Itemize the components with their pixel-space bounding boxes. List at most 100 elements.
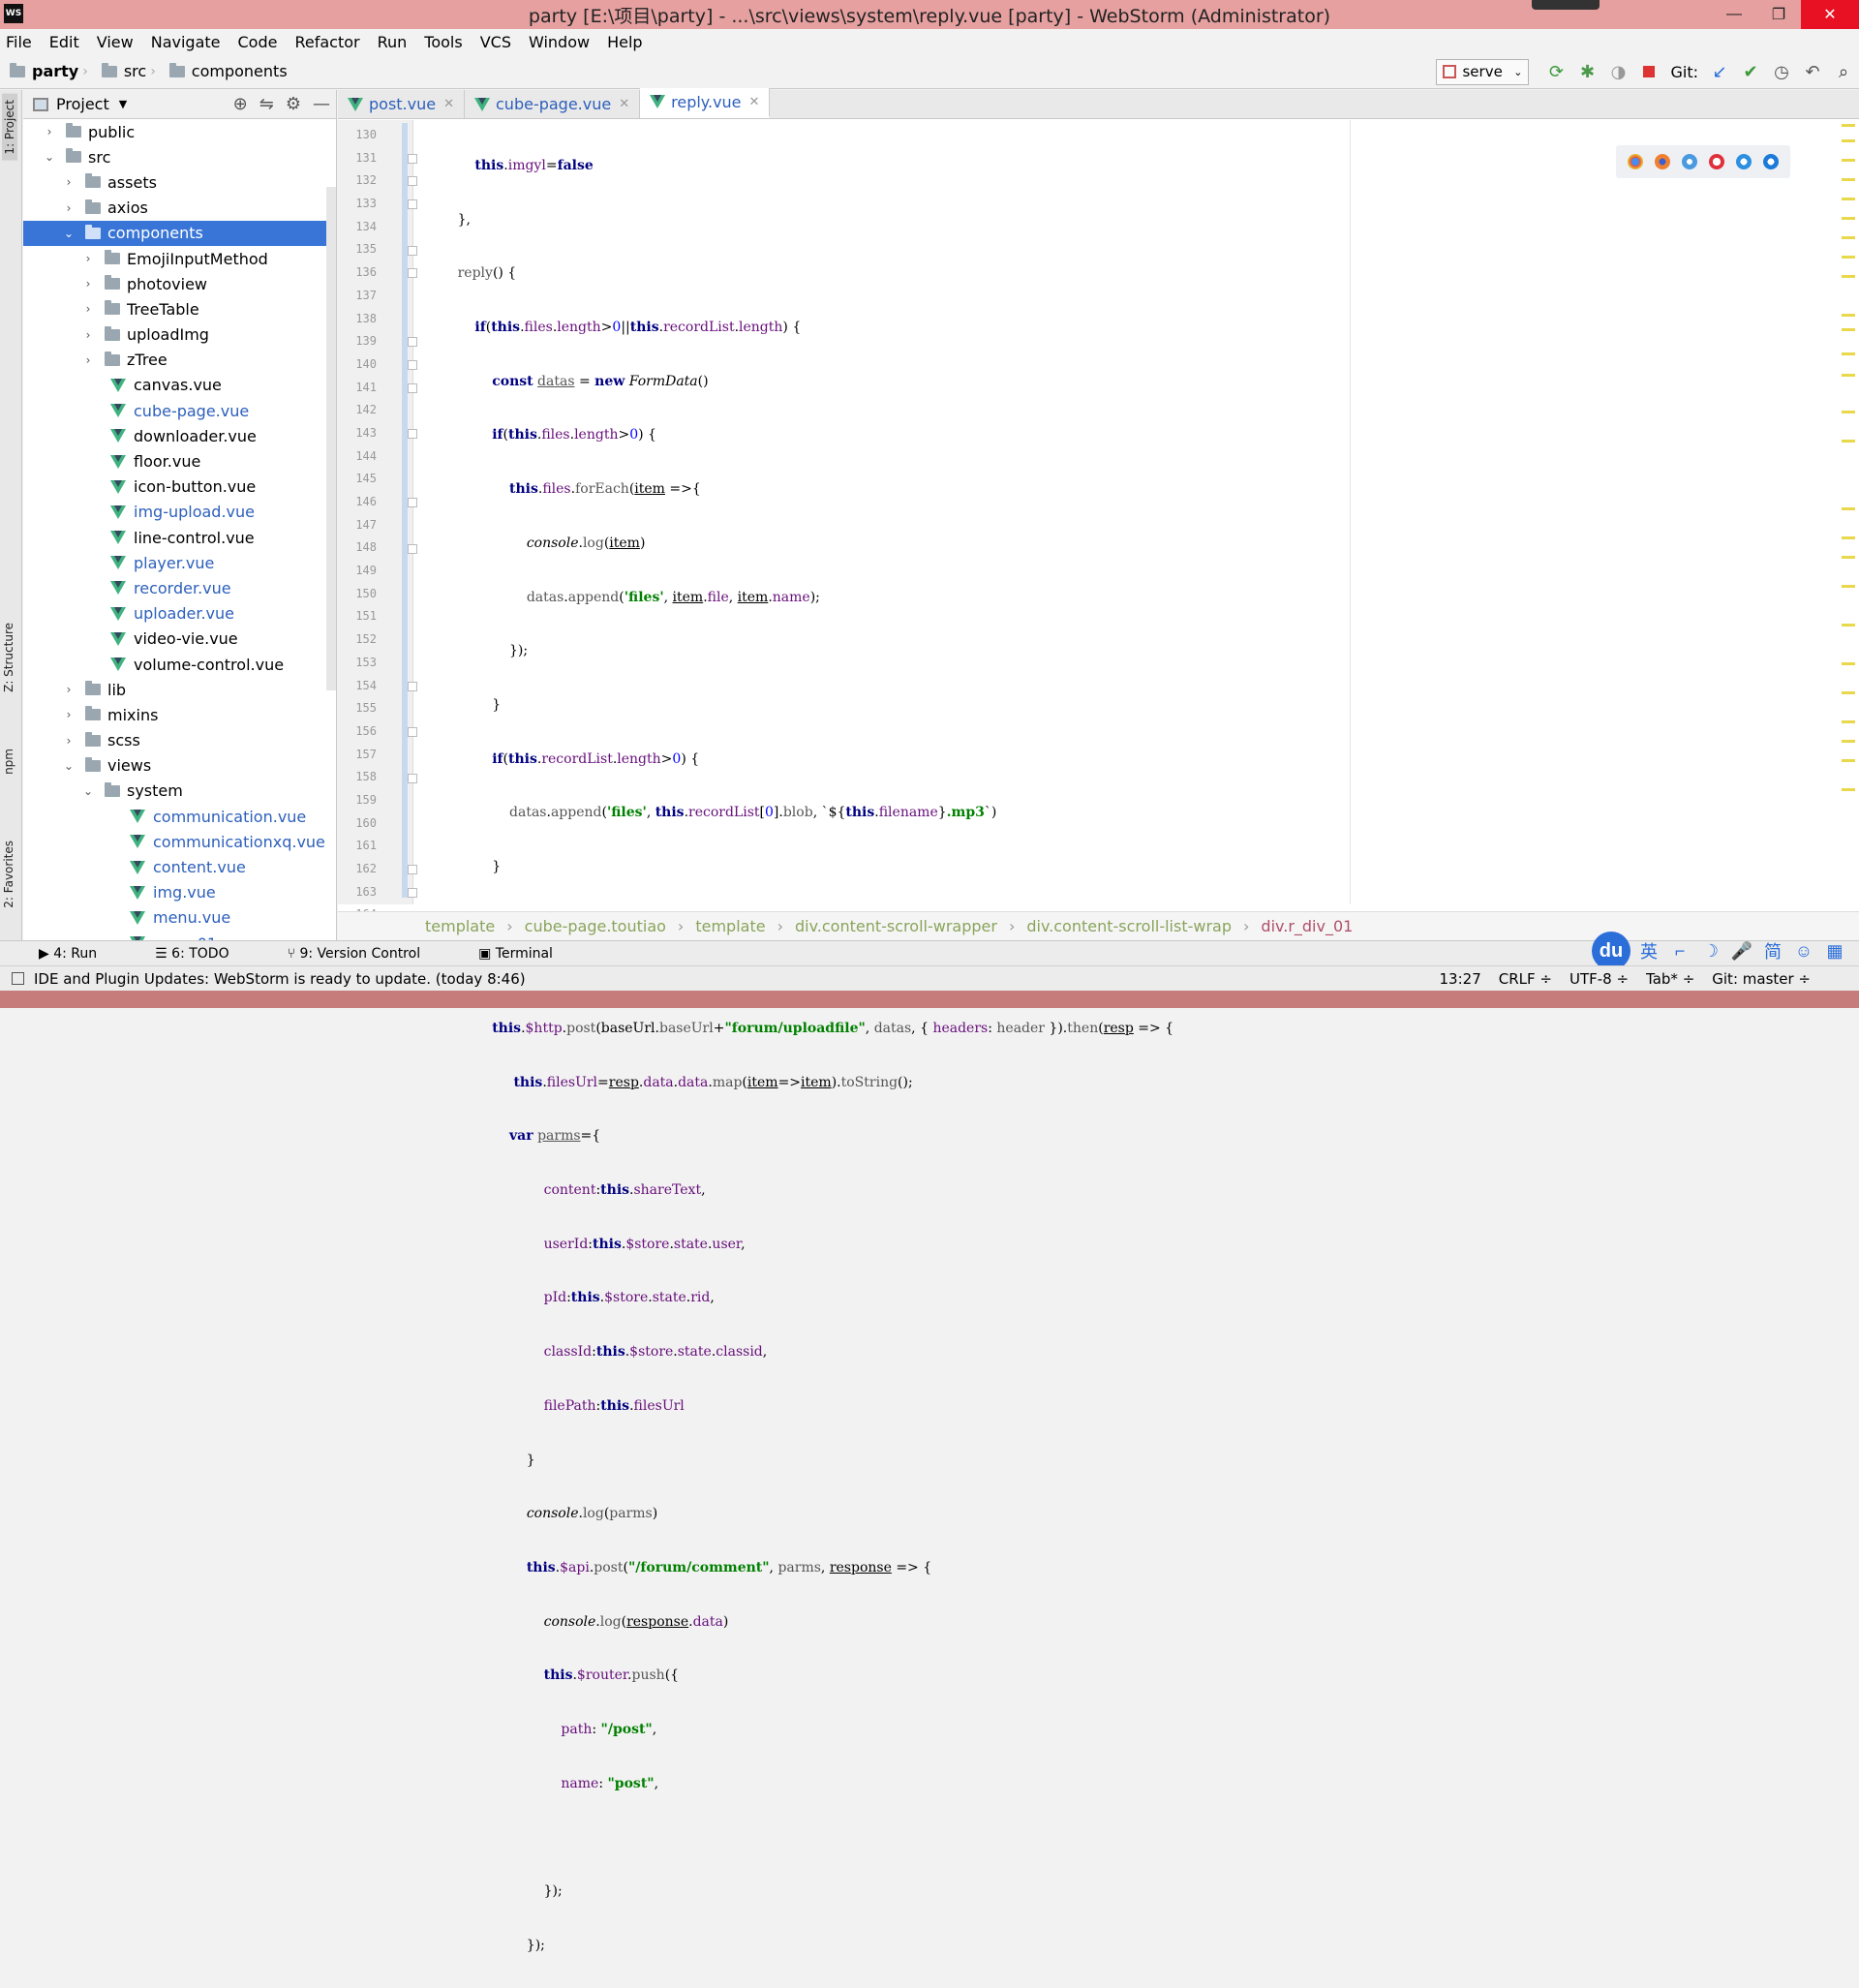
fold-marker-icon[interactable] [408, 681, 417, 691]
todo-tool-tab[interactable]: ☰ 6: TODO [155, 946, 258, 962]
locate-icon[interactable]: ⊕ [233, 94, 248, 114]
menu-edit[interactable]: Edit [49, 33, 79, 51]
warning-marker[interactable] [1842, 624, 1855, 627]
chevron-right-icon[interactable]: › [62, 175, 76, 189]
warning-marker[interactable] [1842, 124, 1855, 127]
tree-file[interactable]: floor.vue [23, 448, 336, 474]
tree-file[interactable]: volume-control.vue [23, 652, 336, 677]
warning-marker[interactable] [1842, 256, 1855, 259]
tree-folder[interactable]: › assets [23, 169, 336, 195]
maximize-button[interactable]: ❐ [1756, 0, 1801, 29]
tree-folder[interactable]: › photoview [23, 271, 336, 296]
breadcrumb-item[interactable]: div.content-scroll-wrapper [795, 917, 997, 935]
menu-vcs[interactable]: VCS [480, 33, 511, 51]
chevron-down-icon[interactable]: ⌄ [43, 150, 56, 164]
nav-crumb-src[interactable]: src [101, 62, 146, 80]
chrome-icon[interactable] [1628, 154, 1643, 169]
tree-file[interactable]: downloader.vue [23, 423, 336, 448]
fold-marker-icon[interactable] [408, 498, 417, 508]
tree-file[interactable]: menu01.vue [23, 931, 336, 940]
breadcrumb-item[interactable]: cube-page.toutiao [525, 917, 666, 935]
ime-punct-icon[interactable]: ⌐ [1667, 938, 1692, 963]
chevron-down-icon[interactable]: ⌄ [62, 759, 76, 773]
chevron-right-icon[interactable]: › [62, 708, 76, 721]
fold-marker-icon[interactable] [408, 865, 417, 875]
git-branch[interactable]: Git: master ÷ [1712, 970, 1811, 988]
menu-view[interactable]: View [97, 33, 134, 51]
status-message[interactable]: IDE and Plugin Updates: WebStorm is read… [34, 970, 526, 988]
warning-marker[interactable] [1842, 217, 1855, 220]
tree-folder[interactable]: › public [23, 119, 336, 144]
warning-marker[interactable] [1842, 374, 1855, 377]
fold-marker-icon[interactable] [408, 199, 417, 210]
warning-marker[interactable] [1842, 740, 1855, 743]
coverage-icon[interactable]: ◑ [1602, 57, 1633, 86]
fold-marker-icon[interactable] [408, 888, 417, 899]
tree-file[interactable]: line-control.vue [23, 525, 336, 550]
project-panel-title[interactable]: Project [56, 95, 109, 113]
tree-file[interactable]: communication.vue [23, 804, 336, 829]
tree-folder[interactable]: › zTree [23, 348, 336, 373]
search-everywhere-icon[interactable]: ⌕ [1828, 57, 1859, 86]
indent-setting[interactable]: Tab* ÷ [1646, 970, 1694, 988]
chevron-down-icon[interactable]: ⌄ [62, 227, 76, 240]
fold-marker-icon[interactable] [408, 337, 417, 348]
tree-file[interactable]: cube-page.vue [23, 398, 336, 423]
version-control-tool-tab[interactable]: ⑂ 9: Version Control [288, 946, 449, 962]
webstorm-app-icon[interactable]: WS [4, 4, 23, 23]
caret-position[interactable]: 13:27 [1440, 970, 1481, 988]
edge-icon[interactable] [1763, 154, 1779, 169]
tree-scrollbar[interactable] [326, 187, 336, 690]
rerun-icon[interactable]: ⟳ [1540, 57, 1571, 86]
chevron-right-icon[interactable]: › [43, 125, 56, 138]
chevron-right-icon[interactable]: › [62, 683, 76, 696]
warning-marker[interactable] [1842, 662, 1855, 665]
ime-user-icon[interactable]: ☺ [1791, 938, 1816, 963]
favorites-tool-tab[interactable]: 2: Favorites [2, 841, 15, 908]
tree-file[interactable]: recorder.vue [23, 575, 336, 600]
vcs-history-icon[interactable]: ◷ [1766, 57, 1797, 86]
tree-folder[interactable]: › TreeTable [23, 296, 336, 321]
tree-file[interactable]: communicationxq.vue [23, 829, 336, 854]
breadcrumb-item[interactable]: template [425, 917, 495, 935]
ime-moon-icon[interactable]: ☽ [1698, 938, 1723, 963]
fold-marker-icon[interactable] [408, 153, 417, 164]
vcs-commit-icon[interactable]: ✔ [1735, 57, 1766, 86]
warning-marker[interactable] [1842, 411, 1855, 413]
minimize-button[interactable]: — [1712, 0, 1756, 29]
warning-marker[interactable] [1842, 139, 1855, 142]
line-separator[interactable]: CRLF ÷ [1499, 970, 1552, 988]
close-button[interactable]: ✕ [1801, 0, 1859, 29]
breadcrumb-item[interactable]: div.r_div_01 [1261, 917, 1353, 935]
warning-marker[interactable] [1842, 788, 1855, 791]
structure-tool-tab[interactable]: Z: Structure [2, 623, 15, 692]
tree-file[interactable]: video-vie.vue [23, 627, 336, 652]
chevron-right-icon[interactable]: › [81, 252, 95, 265]
fold-marker-icon[interactable] [408, 727, 417, 738]
tree-file[interactable]: content.vue [23, 854, 336, 879]
close-tab-icon[interactable]: ✕ [749, 95, 760, 109]
nav-crumb-party[interactable]: party [10, 62, 78, 80]
warning-marker[interactable] [1842, 536, 1855, 539]
debug-icon[interactable]: ✱ [1571, 57, 1602, 86]
tree-file[interactable]: uploader.vue [23, 601, 336, 627]
warning-marker[interactable] [1842, 691, 1855, 694]
tree-file[interactable]: icon-button.vue [23, 474, 336, 500]
safari-icon[interactable] [1682, 154, 1697, 169]
fold-marker-icon[interactable] [408, 245, 417, 256]
ie-icon[interactable] [1736, 154, 1752, 169]
tree-folder[interactable]: ⌄ src [23, 144, 336, 169]
error-stripe[interactable] [1840, 120, 1859, 904]
menu-run[interactable]: Run [378, 33, 408, 51]
ime-lang-icon[interactable]: 英 [1636, 938, 1661, 963]
menu-navigate[interactable]: Navigate [151, 33, 221, 51]
warning-marker[interactable] [1842, 314, 1855, 317]
run-config-select[interactable]: serve ⌄ [1436, 58, 1530, 85]
chevron-right-icon[interactable]: › [62, 734, 76, 748]
breadcrumb-item[interactable]: template [695, 917, 765, 935]
baidu-ime-logo[interactable]: du [1592, 932, 1630, 970]
warning-marker[interactable] [1842, 507, 1855, 510]
fold-marker-icon[interactable] [408, 773, 417, 783]
chevron-down-icon[interactable]: ▼ [119, 98, 127, 110]
fold-marker-icon[interactable] [408, 176, 417, 187]
